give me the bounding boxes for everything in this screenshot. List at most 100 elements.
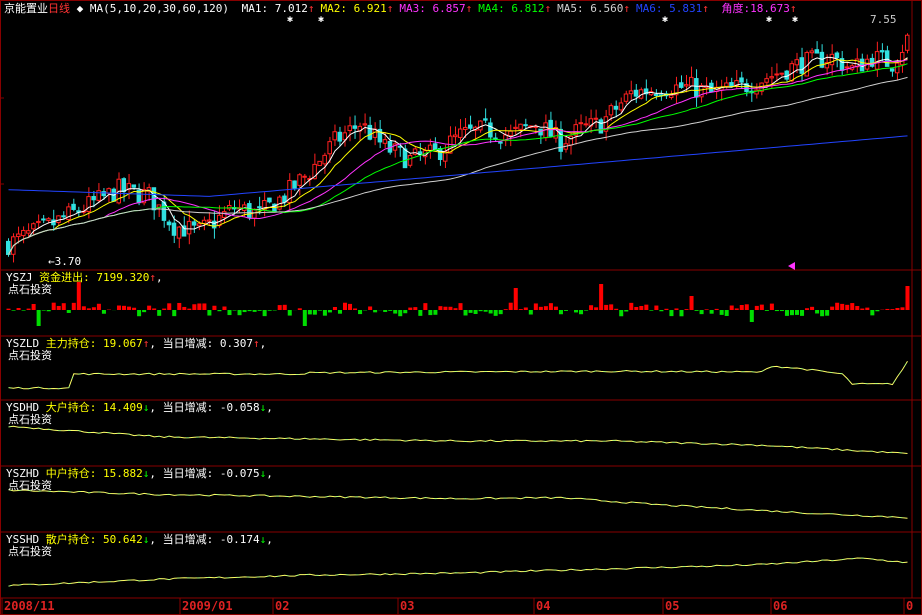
fund-flow-bar — [594, 307, 599, 310]
fund-flow-bar — [147, 305, 152, 310]
panel-comma: , — [259, 337, 267, 350]
kline-chart-canvas[interactable]: ✱ ✱ ✱ ✱ ✱ — [0, 0, 922, 615]
candle-body — [221, 211, 227, 219]
fund-flow-bar — [36, 310, 41, 326]
candle-body — [297, 174, 302, 186]
fund-flow-bar — [66, 310, 71, 313]
date-axis-label: 05 — [665, 599, 680, 613]
candle-body — [292, 180, 297, 189]
star-marker: ✱ — [287, 14, 293, 25]
fund-flow-bar — [503, 309, 508, 310]
fund-flow-bar — [116, 305, 122, 310]
fund-flow-bar — [132, 307, 137, 310]
ma1-label: MA1: — [241, 2, 275, 15]
main-holding-line — [8, 361, 908, 390]
candle-body — [628, 90, 634, 95]
fund-flow-bar — [845, 304, 850, 310]
fund-flow-bar — [237, 310, 242, 316]
fund-flow-bar — [282, 304, 287, 310]
fund-flow-bar — [217, 310, 222, 312]
candle-body — [764, 78, 769, 83]
fund-flow-bar — [794, 310, 800, 315]
fund-flow-bar — [433, 310, 438, 315]
candle-body — [894, 62, 900, 74]
candle-body — [774, 73, 779, 76]
fund-flow-bar — [900, 307, 905, 310]
panel-extra-label: 当日增减: — [156, 401, 220, 414]
fund-flow-bar — [719, 310, 724, 315]
ma3-label: MA3: — [399, 2, 433, 15]
fund-flow-bar — [61, 303, 66, 310]
fund-flow-bar — [870, 310, 875, 316]
stock-chart-window: ✱ ✱ ✱ ✱ ✱ 京能置业日线 ◆ MA(5,10,20,30,60,120) MA1… — [0, 0, 922, 615]
fund-flow-bar — [71, 302, 76, 310]
brand-label: 点石投资 — [8, 545, 52, 558]
fund-flow-bar — [398, 310, 403, 317]
panel-comma: , — [149, 401, 156, 414]
panel-extra-value: 0.307 — [219, 337, 253, 350]
ma-spec: MA(5,10,20,30,60,120) — [89, 2, 229, 15]
brand-label: 点石投资 — [8, 479, 52, 492]
candle-body — [257, 206, 262, 209]
fund-flow-bar — [307, 310, 312, 315]
high-price-label: 7.55 — [870, 13, 897, 26]
fund-flow-bar — [232, 310, 237, 311]
fund-flow-bar — [483, 310, 488, 312]
fund-flow-bar — [493, 310, 498, 316]
fund-flow-bar — [533, 303, 538, 310]
ma2-label: MA2: — [320, 2, 354, 15]
candle-body — [488, 122, 493, 138]
candle-body — [483, 118, 488, 121]
fund-flow-bar — [538, 306, 543, 310]
candle-body — [829, 53, 835, 66]
period-label[interactable]: 日线 — [48, 2, 70, 15]
fund-flow-bar — [332, 307, 337, 310]
ma5-value: 6.560 — [590, 2, 624, 15]
ma5-label: MA5: — [557, 2, 591, 15]
fund-flow-bar — [242, 310, 247, 313]
fund-flow-bar — [418, 310, 423, 316]
panel-comma: , — [266, 401, 273, 414]
panel-value: 19.067 — [103, 337, 143, 350]
fund-flow-bar — [553, 306, 558, 310]
panel-comma: , — [149, 533, 156, 546]
candle-body — [56, 215, 61, 223]
date-axis-label: 2009/01 — [182, 599, 233, 613]
candle-body — [352, 125, 358, 129]
fund-flow-bar — [122, 305, 127, 310]
fund-flow-bar — [162, 308, 167, 310]
fund-flow-bar — [207, 310, 212, 316]
fund-flow-bar — [855, 305, 860, 310]
fund-flow-bar — [393, 310, 398, 314]
ma4-value: 6.812 — [511, 2, 545, 15]
fund-flow-bar — [137, 310, 142, 317]
fund-flow-bar — [729, 305, 734, 310]
fund-flow-bar — [599, 284, 604, 310]
fund-flow-bar — [6, 308, 11, 310]
fund-flow-bar — [408, 307, 413, 310]
candle-body — [166, 221, 172, 226]
large-holder-line-overlay — [8, 425, 908, 454]
panel-name: 散户持仓: — [45, 533, 103, 546]
fund-flow-bar — [31, 303, 36, 310]
panel-comma: , — [266, 467, 273, 480]
fund-flow-bar — [413, 307, 418, 310]
fund-flow-bar — [584, 310, 589, 311]
candle-body — [71, 203, 76, 210]
candle-body — [678, 82, 684, 88]
panel-extra-label: 当日增减: — [156, 467, 220, 480]
fund-flow-bar — [674, 308, 679, 310]
ma3-value: 6.857 — [432, 2, 466, 15]
candle-body — [327, 141, 332, 155]
fund-flow-bar — [679, 310, 684, 317]
fund-flow-bar — [875, 310, 880, 312]
fund-flow-bar — [358, 310, 363, 315]
candle-body — [437, 148, 443, 161]
fund-flow-bar — [850, 303, 855, 310]
fund-flow-bar — [724, 310, 729, 316]
fund-flow-bar — [548, 303, 553, 310]
star-marker: ✱ — [318, 14, 324, 25]
candle-body — [608, 105, 614, 116]
fund-flow-bar — [835, 302, 840, 310]
fund-flow-bar — [337, 310, 342, 314]
